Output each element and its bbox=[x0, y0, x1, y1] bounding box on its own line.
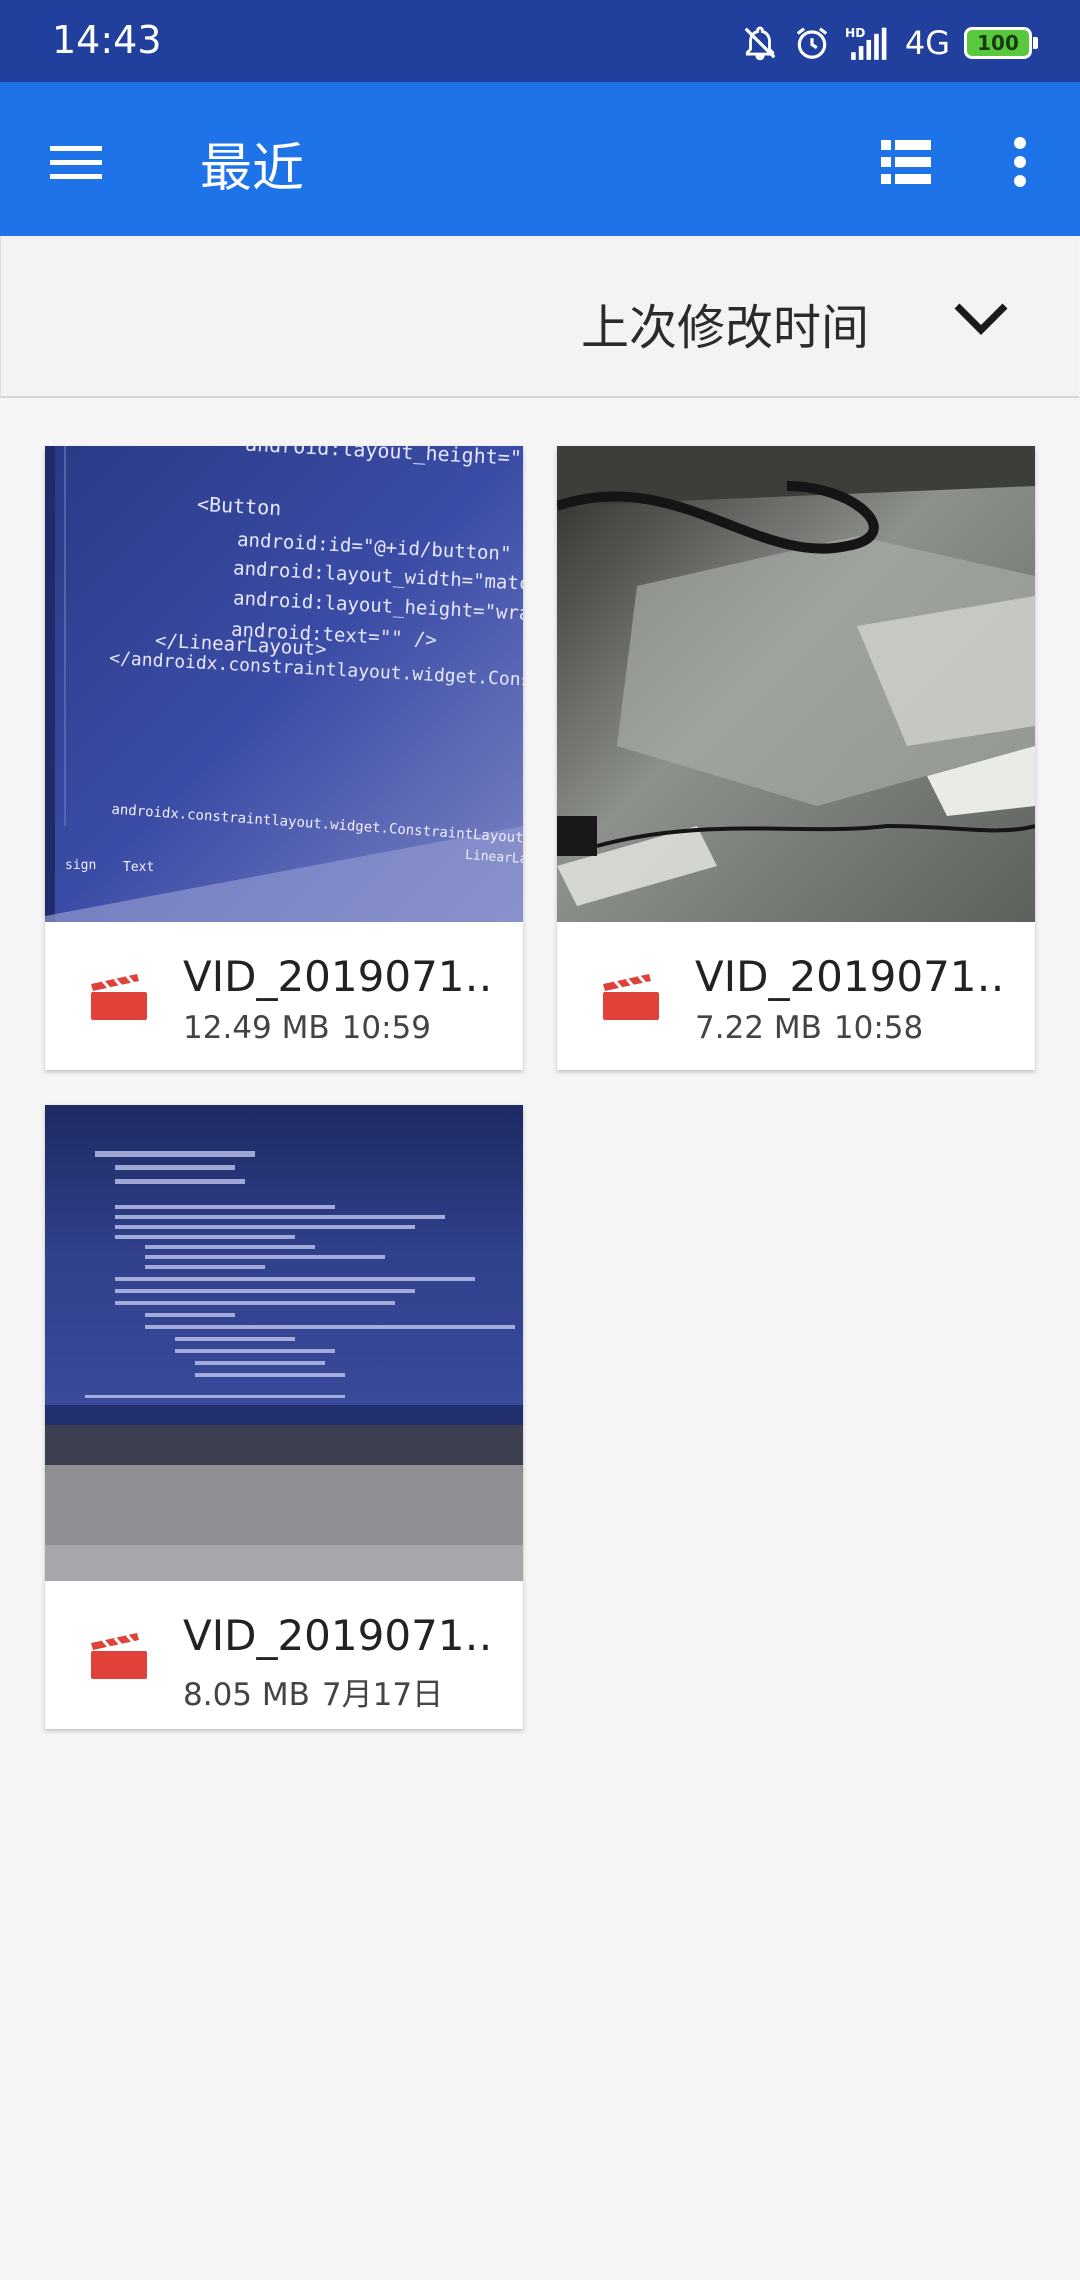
file-size: 12.49 MB bbox=[183, 1010, 330, 1046]
alarm-icon bbox=[796, 27, 828, 59]
status-time: 14:43 bbox=[52, 18, 162, 62]
file-info: VID_2019071… 7.22 MB 10:58 bbox=[557, 922, 1035, 1070]
file-name: VID_2019071… bbox=[183, 952, 493, 1001]
network-type: 4G bbox=[904, 24, 950, 62]
file-size: 7.22 MB bbox=[695, 1010, 822, 1046]
video-thumbnail: android:layout_height="260d <Button andr… bbox=[45, 446, 523, 922]
sort-label: 上次修改时间 bbox=[580, 300, 869, 356]
code-line: Text bbox=[123, 860, 155, 875]
file-meta: 8.05 MB 7月17日 bbox=[183, 1669, 443, 1714]
chevron-down-icon[interactable] bbox=[953, 302, 1009, 336]
file-meta: 12.49 MB 10:59 bbox=[183, 1010, 431, 1046]
code-line: sign bbox=[65, 858, 97, 873]
bell-off-icon bbox=[744, 26, 776, 61]
video-file-icon bbox=[91, 1633, 147, 1679]
status-bar: 14:43 HD 4G 100 bbox=[0, 0, 1080, 82]
video-thumbnail bbox=[557, 446, 1035, 922]
file-meta: 7.22 MB 10:58 bbox=[695, 1010, 923, 1046]
battery-icon: 100 bbox=[964, 27, 1038, 59]
file-info: VID_2019071… 8.05 MB 7月17日 bbox=[45, 1581, 523, 1729]
hd-signal-icon: HD bbox=[845, 26, 887, 60]
more-options-button[interactable] bbox=[980, 122, 1060, 202]
page-title: 最近 bbox=[200, 139, 305, 199]
list-view-button[interactable] bbox=[866, 122, 946, 202]
video-file-icon bbox=[91, 974, 147, 1020]
video-file-icon bbox=[603, 974, 659, 1020]
more-vert-icon bbox=[1014, 137, 1026, 187]
file-info: VID_2019071… 12.49 MB 10:59 bbox=[45, 922, 523, 1070]
video-thumbnail bbox=[45, 1105, 523, 1581]
file-card[interactable]: android:layout_height="260d <Button andr… bbox=[45, 446, 523, 1070]
app-bar: 最近 bbox=[0, 82, 1080, 236]
svg-text:HD: HD bbox=[845, 26, 865, 40]
file-size: 8.05 MB bbox=[183, 1677, 310, 1713]
file-date: 10:59 bbox=[341, 1010, 431, 1046]
status-icons: HD 4G 100 bbox=[741, 20, 1038, 66]
file-card[interactable]: VID_2019071… 7.22 MB 10:58 bbox=[557, 446, 1035, 1070]
sort-bar[interactable]: 上次修改时间 bbox=[0, 236, 1079, 398]
file-date: 7月17日 bbox=[321, 1677, 444, 1713]
list-view-icon bbox=[881, 140, 931, 184]
file-date: 10:58 bbox=[833, 1010, 924, 1046]
file-card[interactable]: VID_2019071… 8.05 MB 7月17日 bbox=[45, 1105, 523, 1729]
code-line: <Button bbox=[196, 491, 282, 521]
file-name: VID_2019071… bbox=[695, 952, 1005, 1001]
file-name: VID_2019071… bbox=[183, 1611, 493, 1660]
menu-icon bbox=[50, 146, 102, 179]
menu-button[interactable] bbox=[36, 122, 116, 202]
battery-level: 100 bbox=[977, 31, 1019, 55]
